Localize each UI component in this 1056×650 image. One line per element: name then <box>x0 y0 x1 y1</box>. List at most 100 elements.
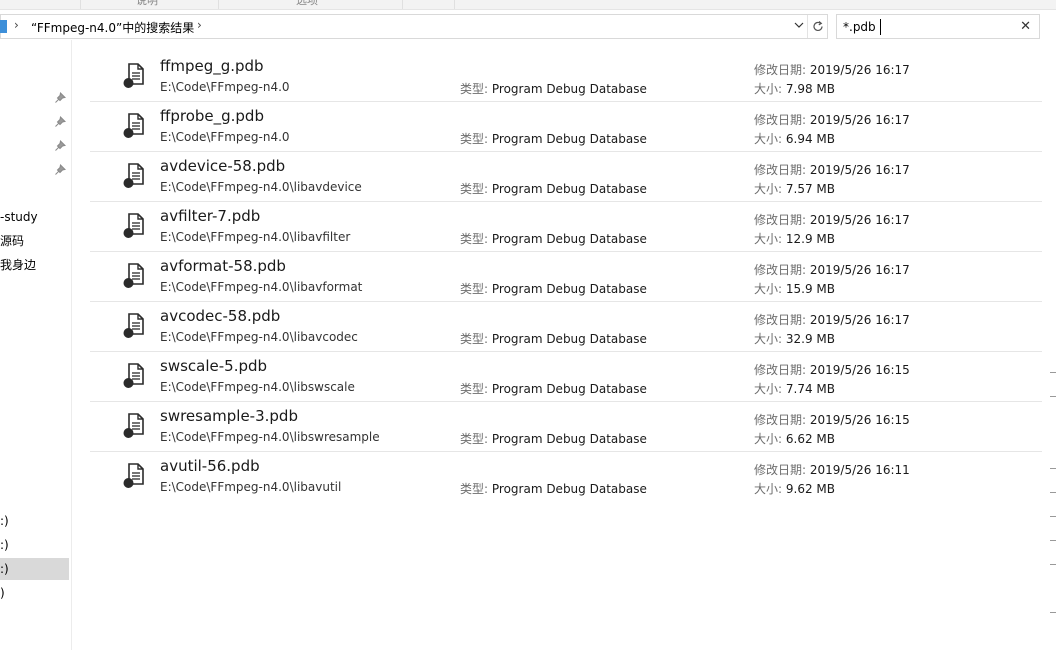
nav-item-study[interactable]: -study <box>0 206 38 228</box>
result-row[interactable]: swscale-5.pdb E:\Code\FFmpeg-n4.0\libswsc… <box>90 352 1042 402</box>
search-box[interactable]: ✕ <box>836 14 1040 39</box>
result-row[interactable]: avcodec-58.pdb E:\Code\FFmpeg-n4.0\libavc… <box>90 302 1042 352</box>
file-name[interactable]: swresample-3.pdb <box>160 407 298 425</box>
date-key: 修改日期: <box>754 463 807 477</box>
nav-item-nearby[interactable]: 我身边 <box>0 254 36 276</box>
refresh-button[interactable] <box>807 15 827 38</box>
file-type: 类型: Program Debug Database <box>460 380 647 397</box>
file-explorer-window: 说明 选项 › “FFmpeg-n4.0”中的搜索结果 › ✕ -stu <box>0 0 1056 650</box>
result-row[interactable]: avformat-58.pdb E:\Code\FFmpeg-n4.0\libav… <box>90 252 1042 302</box>
file-name[interactable]: ffmpeg_g.pdb <box>160 57 264 75</box>
chevron-right-icon[interactable]: › <box>197 18 202 32</box>
date-key: 修改日期: <box>754 263 807 277</box>
pdb-file-icon <box>121 211 149 239</box>
pin-icon[interactable] <box>54 92 66 104</box>
window-edge-line <box>1050 372 1056 373</box>
nav-item-source[interactable]: 源码 <box>0 230 24 252</box>
address-bar[interactable]: › “FFmpeg-n4.0”中的搜索结果 › <box>0 14 828 39</box>
date-key: 修改日期: <box>754 213 807 227</box>
pdb-file-icon <box>121 161 149 189</box>
breadcrumb[interactable]: “FFmpeg-n4.0”中的搜索结果 <box>31 19 194 36</box>
file-type: 类型: Program Debug Database <box>460 430 647 447</box>
file-name[interactable]: avutil-56.pdb <box>160 457 260 475</box>
date-value: 2019/5/26 16:17 <box>809 113 910 127</box>
nav-item-drive-selected[interactable]: :) <box>0 558 69 580</box>
type-key: 类型: <box>460 382 489 396</box>
pin-icon[interactable] <box>54 140 66 152</box>
file-path: E:\Code\FFmpeg-n4.0\libavfilter <box>160 230 351 244</box>
file-date: 修改日期: 2019/5/26 16:17 <box>754 261 910 278</box>
pin-icon[interactable] <box>54 116 66 128</box>
type-key: 类型: <box>460 282 489 296</box>
file-name[interactable]: avcodec-58.pdb <box>160 307 280 325</box>
result-row[interactable]: avdevice-58.pdb E:\Code\FFmpeg-n4.0\libav… <box>90 152 1042 202</box>
date-key: 修改日期: <box>754 63 807 77</box>
file-type: 类型: Program Debug Database <box>460 330 647 347</box>
date-key: 修改日期: <box>754 363 807 377</box>
nav-item-drive[interactable]: :) <box>0 534 9 556</box>
date-key: 修改日期: <box>754 163 807 177</box>
file-name[interactable]: avfilter-7.pdb <box>160 207 260 225</box>
search-results-list: ffmpeg_g.pdb E:\Code\FFmpeg-n4.0 类型: Progr… <box>90 52 1042 502</box>
type-value: Program Debug Database <box>491 82 647 96</box>
file-name[interactable]: avdevice-58.pdb <box>160 157 285 175</box>
file-size: 大小: 12.9 MB <box>754 230 835 247</box>
type-key: 类型: <box>460 482 489 496</box>
window-edge-line <box>1050 516 1056 517</box>
file-type: 类型: Program Debug Database <box>460 480 647 497</box>
date-key: 修改日期: <box>754 413 807 427</box>
file-name[interactable]: avformat-58.pdb <box>160 257 286 275</box>
nav-item-drive[interactable]: :) <box>0 510 9 532</box>
size-value: 7.98 MB <box>785 82 835 96</box>
size-key: 大小: <box>754 232 783 246</box>
file-date: 修改日期: 2019/5/26 16:17 <box>754 61 910 78</box>
file-path: E:\Code\FFmpeg-n4.0 <box>160 130 290 144</box>
window-edge-line <box>1050 540 1056 541</box>
type-key: 类型: <box>460 82 489 96</box>
window-edge-line <box>1050 612 1056 613</box>
close-icon[interactable]: ✕ <box>1020 19 1031 34</box>
file-type: 类型: Program Debug Database <box>460 130 647 147</box>
result-row[interactable]: avutil-56.pdb E:\Code\FFmpeg-n4.0\libavut… <box>90 452 1042 502</box>
size-value: 12.9 MB <box>785 232 835 246</box>
ribbon-divider <box>454 0 455 9</box>
type-value: Program Debug Database <box>491 332 647 346</box>
file-path: E:\Code\FFmpeg-n4.0\libswresample <box>160 430 380 444</box>
file-type: 类型: Program Debug Database <box>460 80 647 97</box>
file-name[interactable]: ffprobe_g.pdb <box>160 107 264 125</box>
result-row[interactable]: ffprobe_g.pdb E:\Code\FFmpeg-n4.0 类型: Prog… <box>90 102 1042 152</box>
file-date: 修改日期: 2019/5/26 16:15 <box>754 361 910 378</box>
file-size: 大小: 6.94 MB <box>754 130 835 147</box>
size-value: 15.9 MB <box>785 282 835 296</box>
size-key: 大小: <box>754 432 783 446</box>
size-key: 大小: <box>754 332 783 346</box>
result-row[interactable]: ffmpeg_g.pdb E:\Code\FFmpeg-n4.0 类型: Progr… <box>90 52 1042 102</box>
ribbon-strip: 说明 选项 <box>0 0 1056 10</box>
file-path: E:\Code\FFmpeg-n4.0\libavutil <box>160 480 342 494</box>
file-size: 大小: 6.62 MB <box>754 430 835 447</box>
pin-icon[interactable] <box>54 164 66 176</box>
file-size: 大小: 15.9 MB <box>754 280 835 297</box>
size-value: 7.57 MB <box>785 182 835 196</box>
window-edge-line <box>1050 396 1056 397</box>
result-row[interactable]: swresample-3.pdb E:\Code\FFmpeg-n4.0\libs… <box>90 402 1042 452</box>
result-row[interactable]: avfilter-7.pdb E:\Code\FFmpeg-n4.0\libavf… <box>90 202 1042 252</box>
file-type: 类型: Program Debug Database <box>460 230 647 247</box>
file-name[interactable]: swscale-5.pdb <box>160 357 267 375</box>
size-key: 大小: <box>754 132 783 146</box>
ribbon-tab-mid[interactable]: 选项 <box>296 0 318 9</box>
type-key: 类型: <box>460 132 489 146</box>
size-key: 大小: <box>754 382 783 396</box>
chevron-down-icon[interactable] <box>793 20 805 34</box>
chevron-right-icon[interactable]: › <box>14 18 19 32</box>
file-path: E:\Code\FFmpeg-n4.0\libswscale <box>160 380 355 394</box>
file-date: 修改日期: 2019/5/26 16:17 <box>754 161 910 178</box>
file-size: 大小: 7.74 MB <box>754 380 835 397</box>
nav-item-drive[interactable]: ) <box>0 582 5 604</box>
file-path: E:\Code\FFmpeg-n4.0\libavdevice <box>160 180 362 194</box>
pdb-file-icon <box>121 411 149 439</box>
ribbon-tab-left[interactable]: 说明 <box>136 0 158 9</box>
search-input[interactable] <box>843 19 1013 35</box>
window-edge-line <box>1050 564 1056 565</box>
text-caret <box>880 19 881 35</box>
